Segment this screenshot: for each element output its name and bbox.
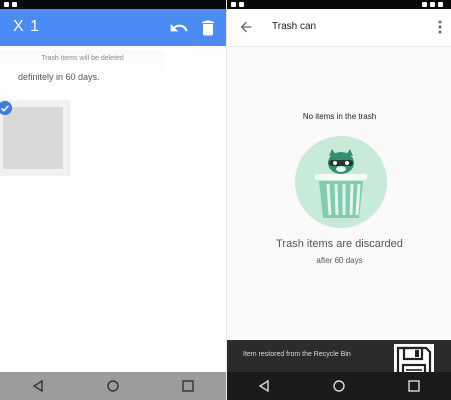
nav-back-icon[interactable] [257, 379, 271, 393]
selection-count: X 1 [13, 18, 41, 35]
nav-home-icon[interactable] [332, 379, 346, 393]
wifi-icon [422, 2, 427, 7]
empty-state-message: Trash items are discarded [276, 238, 403, 250]
status-icons-left [4, 0, 17, 9]
undo-icon[interactable] [169, 18, 189, 38]
trash-icon[interactable] [198, 18, 218, 38]
notification-icon [4, 2, 9, 7]
status-icons-left [231, 0, 244, 9]
battery-icon [438, 2, 443, 7]
status-icons-right [422, 0, 443, 9]
status-bar [227, 0, 451, 9]
nav-back-icon[interactable] [31, 379, 45, 393]
notification-icon [231, 2, 236, 7]
nav-bar [227, 372, 451, 400]
empty-state-title: No items in the trash [302, 112, 377, 121]
notification-icon [12, 2, 17, 7]
nav-bar [0, 372, 226, 400]
raccoon-trash-illustration [295, 136, 387, 228]
page-title: Trash can [272, 21, 317, 32]
snackbar: Item restored from the Recycle Bin [227, 340, 451, 384]
trash-item-thumbnail[interactable] [3, 107, 63, 169]
status-bar [0, 0, 226, 9]
overflow-menu-icon[interactable] [437, 19, 443, 35]
nav-recents-icon[interactable] [407, 379, 421, 393]
nav-home-icon[interactable] [106, 379, 120, 393]
signal-icon [430, 2, 435, 7]
right-screen: Trash can No items in the trash Trash it… [226, 0, 451, 400]
back-arrow-icon[interactable] [238, 19, 254, 35]
toolbar: Trash can [227, 9, 451, 47]
snackbar-text: Item restored from the Recycle Bin [243, 351, 351, 358]
empty-state-sub: after 60 days [316, 256, 363, 265]
selection-appbar: X 1 [0, 9, 226, 46]
left-screen: X 1 Trash items will be deleted definite… [0, 0, 226, 400]
nav-recents-icon[interactable] [181, 379, 195, 393]
info-line-1: Trash items will be deleted [41, 55, 124, 62]
info-line-2: definitely in 60 days. [18, 72, 100, 82]
notification-icon [239, 2, 244, 7]
